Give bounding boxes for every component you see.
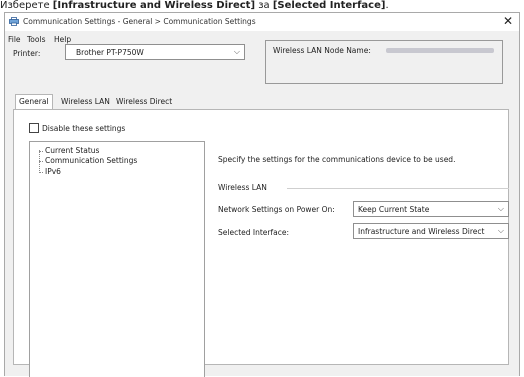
printer-settings-icon (9, 17, 19, 26)
selected-interface-label: Selected Interface: (218, 228, 290, 237)
group-divider (287, 188, 509, 189)
network-settings-value: Keep Current State (358, 205, 430, 214)
menu-file[interactable]: File (8, 35, 21, 44)
printer-select[interactable]: Brother PT-P750W ⌵ (65, 44, 245, 60)
chevron-down-icon: ⌵ (233, 47, 240, 56)
caption-bold-1: [Infrastructure and Wireless Direct] (52, 0, 256, 11)
menu-help[interactable]: Help (54, 35, 71, 44)
tree-item-current-status[interactable]: Current Status (45, 146, 99, 155)
tree-connector (39, 161, 43, 162)
window-title: Communication Settings - General > Commu… (23, 17, 256, 26)
caption-prefix: Изберете (0, 0, 53, 11)
tree-connector (39, 172, 43, 173)
network-settings-label: Network Settings on Power On: (218, 205, 335, 214)
tab-general[interactable]: General (15, 94, 53, 109)
instruction-caption: Изберете [Infrastructure and Wireless Di… (0, 0, 524, 12)
tab-wireless-lan[interactable]: Wireless LAN (58, 95, 113, 109)
node-name-label: Wireless LAN Node Name: (273, 46, 371, 55)
caption-middle: за (255, 0, 273, 11)
tree-item-communication-settings[interactable]: Communication Settings (45, 156, 137, 165)
printer-select-value: Brother PT-P750W (76, 48, 144, 57)
tree-item-ipv6[interactable]: IPv6 (45, 167, 61, 176)
selected-interface-select[interactable]: Infrastructure and Wireless Direct ⌵ (353, 223, 509, 239)
selected-interface-value: Infrastructure and Wireless Direct (358, 227, 485, 236)
node-name-redacted (386, 48, 494, 53)
tree-connector (39, 151, 43, 152)
caption-suffix: . (385, 0, 389, 11)
disable-settings-checkbox[interactable]: Disable these settings (29, 123, 125, 133)
chevron-down-icon: ⌵ (497, 226, 504, 235)
wireless-lan-group-label: Wireless LAN (218, 183, 267, 192)
printer-label: Printer: (13, 49, 41, 58)
communication-settings-window: Communication Settings - General > Commu… (4, 12, 520, 377)
node-name-box: Wireless LAN Node Name: (265, 40, 503, 84)
chevron-down-icon: ⌵ (497, 204, 504, 213)
tab-wireless-direct[interactable]: Wireless Direct (113, 95, 175, 109)
menu-tools[interactable]: Tools (27, 35, 45, 44)
close-icon[interactable]: ✕ (503, 14, 513, 28)
checkbox-box[interactable] (29, 123, 39, 133)
settings-description: Specify the settings for the communicati… (218, 155, 456, 164)
title-bar: Communication Settings - General > Commu… (5, 13, 519, 31)
disable-settings-label: Disable these settings (42, 124, 126, 133)
caption-bold-2: [Selected Interface] (272, 0, 386, 11)
network-settings-select[interactable]: Keep Current State ⌵ (353, 201, 509, 217)
settings-tree: Current Status Communication Settings IP… (29, 141, 205, 377)
